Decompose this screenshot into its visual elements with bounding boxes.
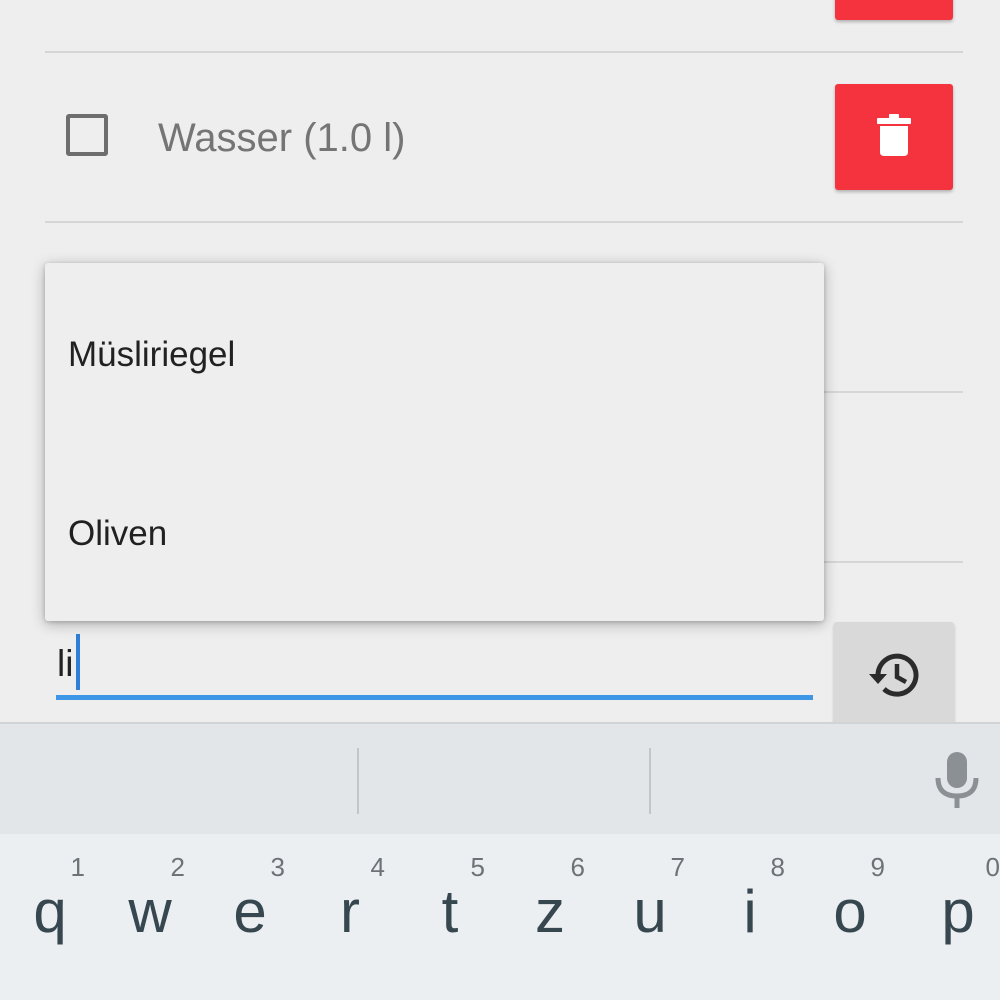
suggestion-item[interactable]: Oliven [68,514,167,554]
text-caret [76,634,80,690]
key-r[interactable]: 4 r [300,834,400,1000]
suggestion-separator [649,748,651,814]
keyboard: 1 q 2 w 3 e 4 r 5 t 6 z 7 u 8 i 9 o 0 p [0,722,1000,1000]
item-label: Wasser (1.0 l) [158,116,406,160]
key-z[interactable]: 6 z [500,834,600,1000]
delete-button[interactable] [835,0,953,20]
screen: Wasser (1.0 l) Müsliriegel Oliven li 1 q… [0,0,1000,1000]
history-button[interactable] [834,622,954,732]
trash-icon [877,113,911,161]
key-letter: p [941,878,975,945]
key-e[interactable]: 3 e [200,834,300,1000]
key-letter: t [441,878,459,945]
key-letter: r [340,878,360,945]
key-letter: i [743,878,757,945]
keyboard-suggestion-bar [0,722,1000,834]
key-letter: q [33,878,67,945]
key-o[interactable]: 9 o [800,834,900,1000]
key-w[interactable]: 2 w [100,834,200,1000]
key-i[interactable]: 8 i [700,834,800,1000]
input-value[interactable]: li [57,642,73,686]
delete-button[interactable] [835,84,953,190]
key-u[interactable]: 7 u [600,834,700,1000]
row-divider [45,51,963,53]
autocomplete-dropdown: Müsliriegel Oliven [45,263,824,621]
key-letter: o [833,878,867,945]
key-letter: u [633,878,667,945]
suggestion-item[interactable]: Müsliriegel [68,335,235,375]
history-icon [868,652,920,703]
key-letter: w [128,878,172,945]
input-underline [56,695,813,700]
key-q[interactable]: 1 q [0,834,100,1000]
item-checkbox[interactable] [66,114,108,156]
row-divider [45,221,963,223]
microphone-icon[interactable] [934,752,980,815]
key-letter: z [535,878,565,945]
suggestion-separator [357,748,359,814]
key-letter: e [233,878,267,945]
key-p[interactable]: 0 p [900,834,1000,1000]
key-t[interactable]: 5 t [400,834,500,1000]
